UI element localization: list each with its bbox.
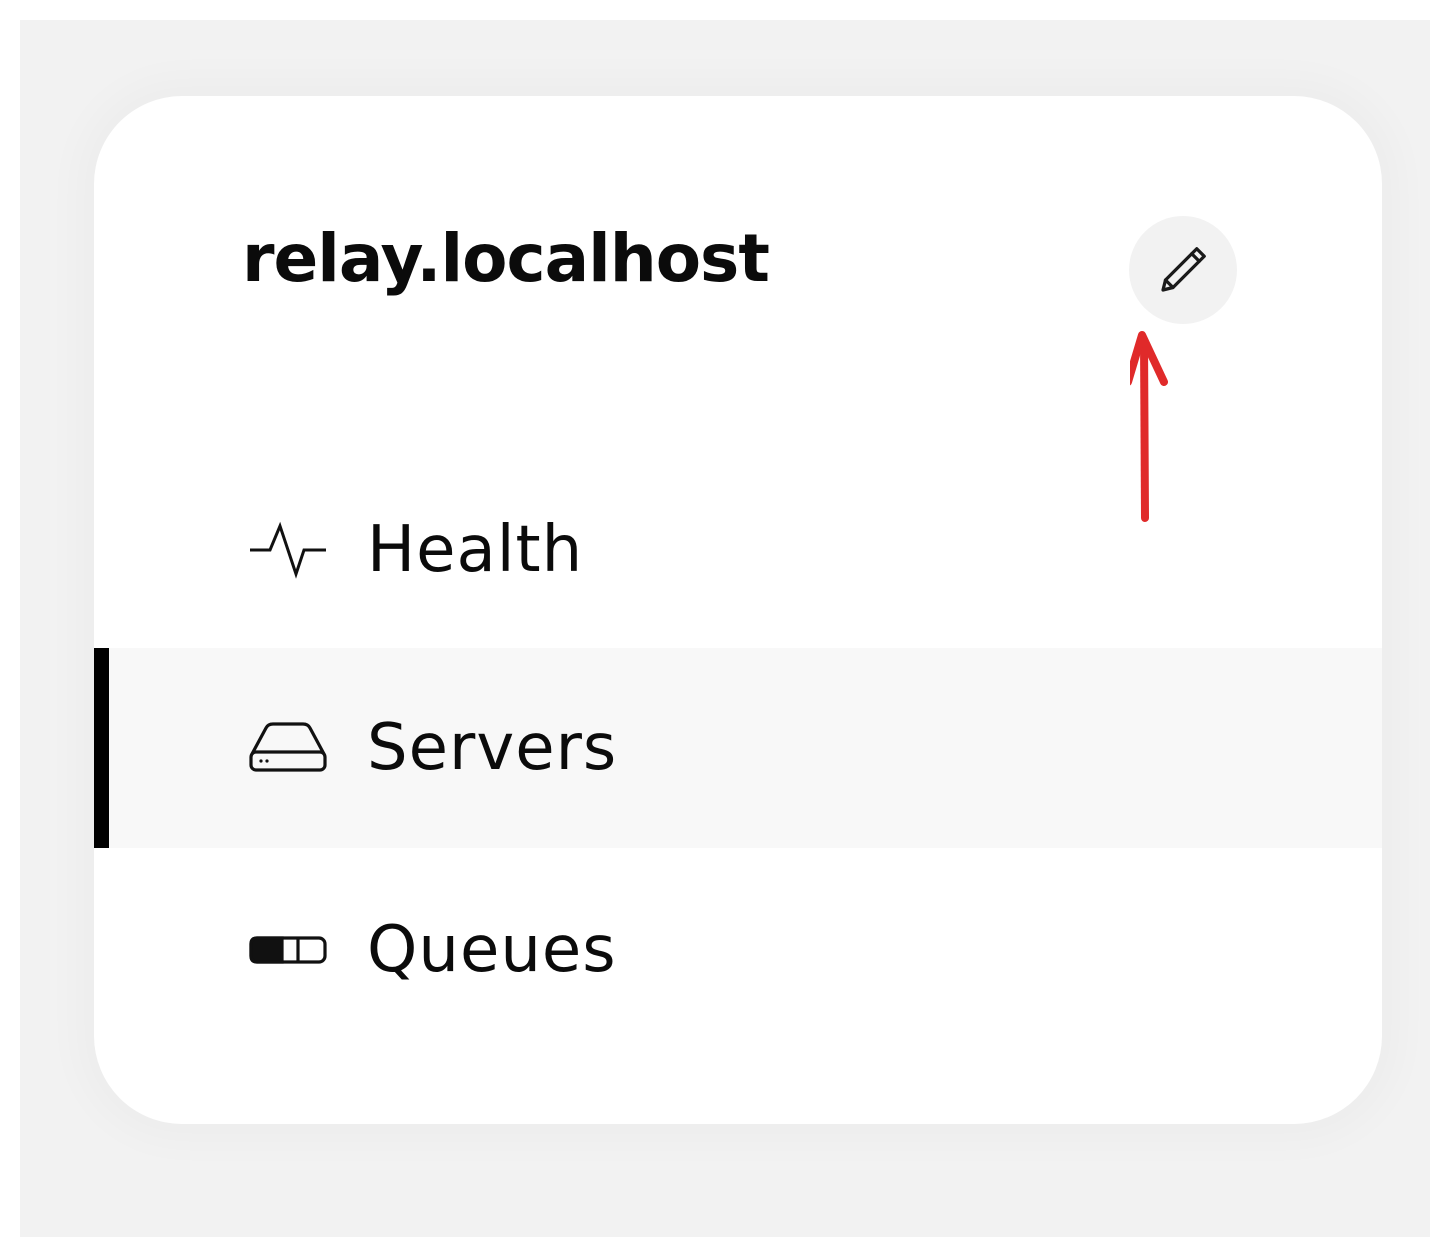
activity-icon: [248, 510, 328, 590]
nav-item-label: Queues: [367, 913, 617, 987]
host-title: relay.localhost: [242, 220, 770, 297]
nav-item-label: Health: [367, 513, 584, 587]
edit-host-button[interactable]: [1129, 216, 1237, 324]
sidebar-card: relay.localhost Health Servers Queues: [94, 96, 1382, 1124]
server-drive-icon: [248, 708, 328, 788]
nav-item-queues[interactable]: Queues: [94, 850, 1382, 1050]
pencil-icon: [1153, 240, 1213, 300]
toggle-bar-icon: [248, 910, 328, 990]
page-background: relay.localhost Health Servers Queues: [20, 20, 1430, 1237]
nav-item-label: Servers: [367, 711, 618, 785]
arrow-up-icon: [1130, 331, 1168, 522]
nav-item-servers[interactable]: Servers: [94, 648, 1382, 848]
